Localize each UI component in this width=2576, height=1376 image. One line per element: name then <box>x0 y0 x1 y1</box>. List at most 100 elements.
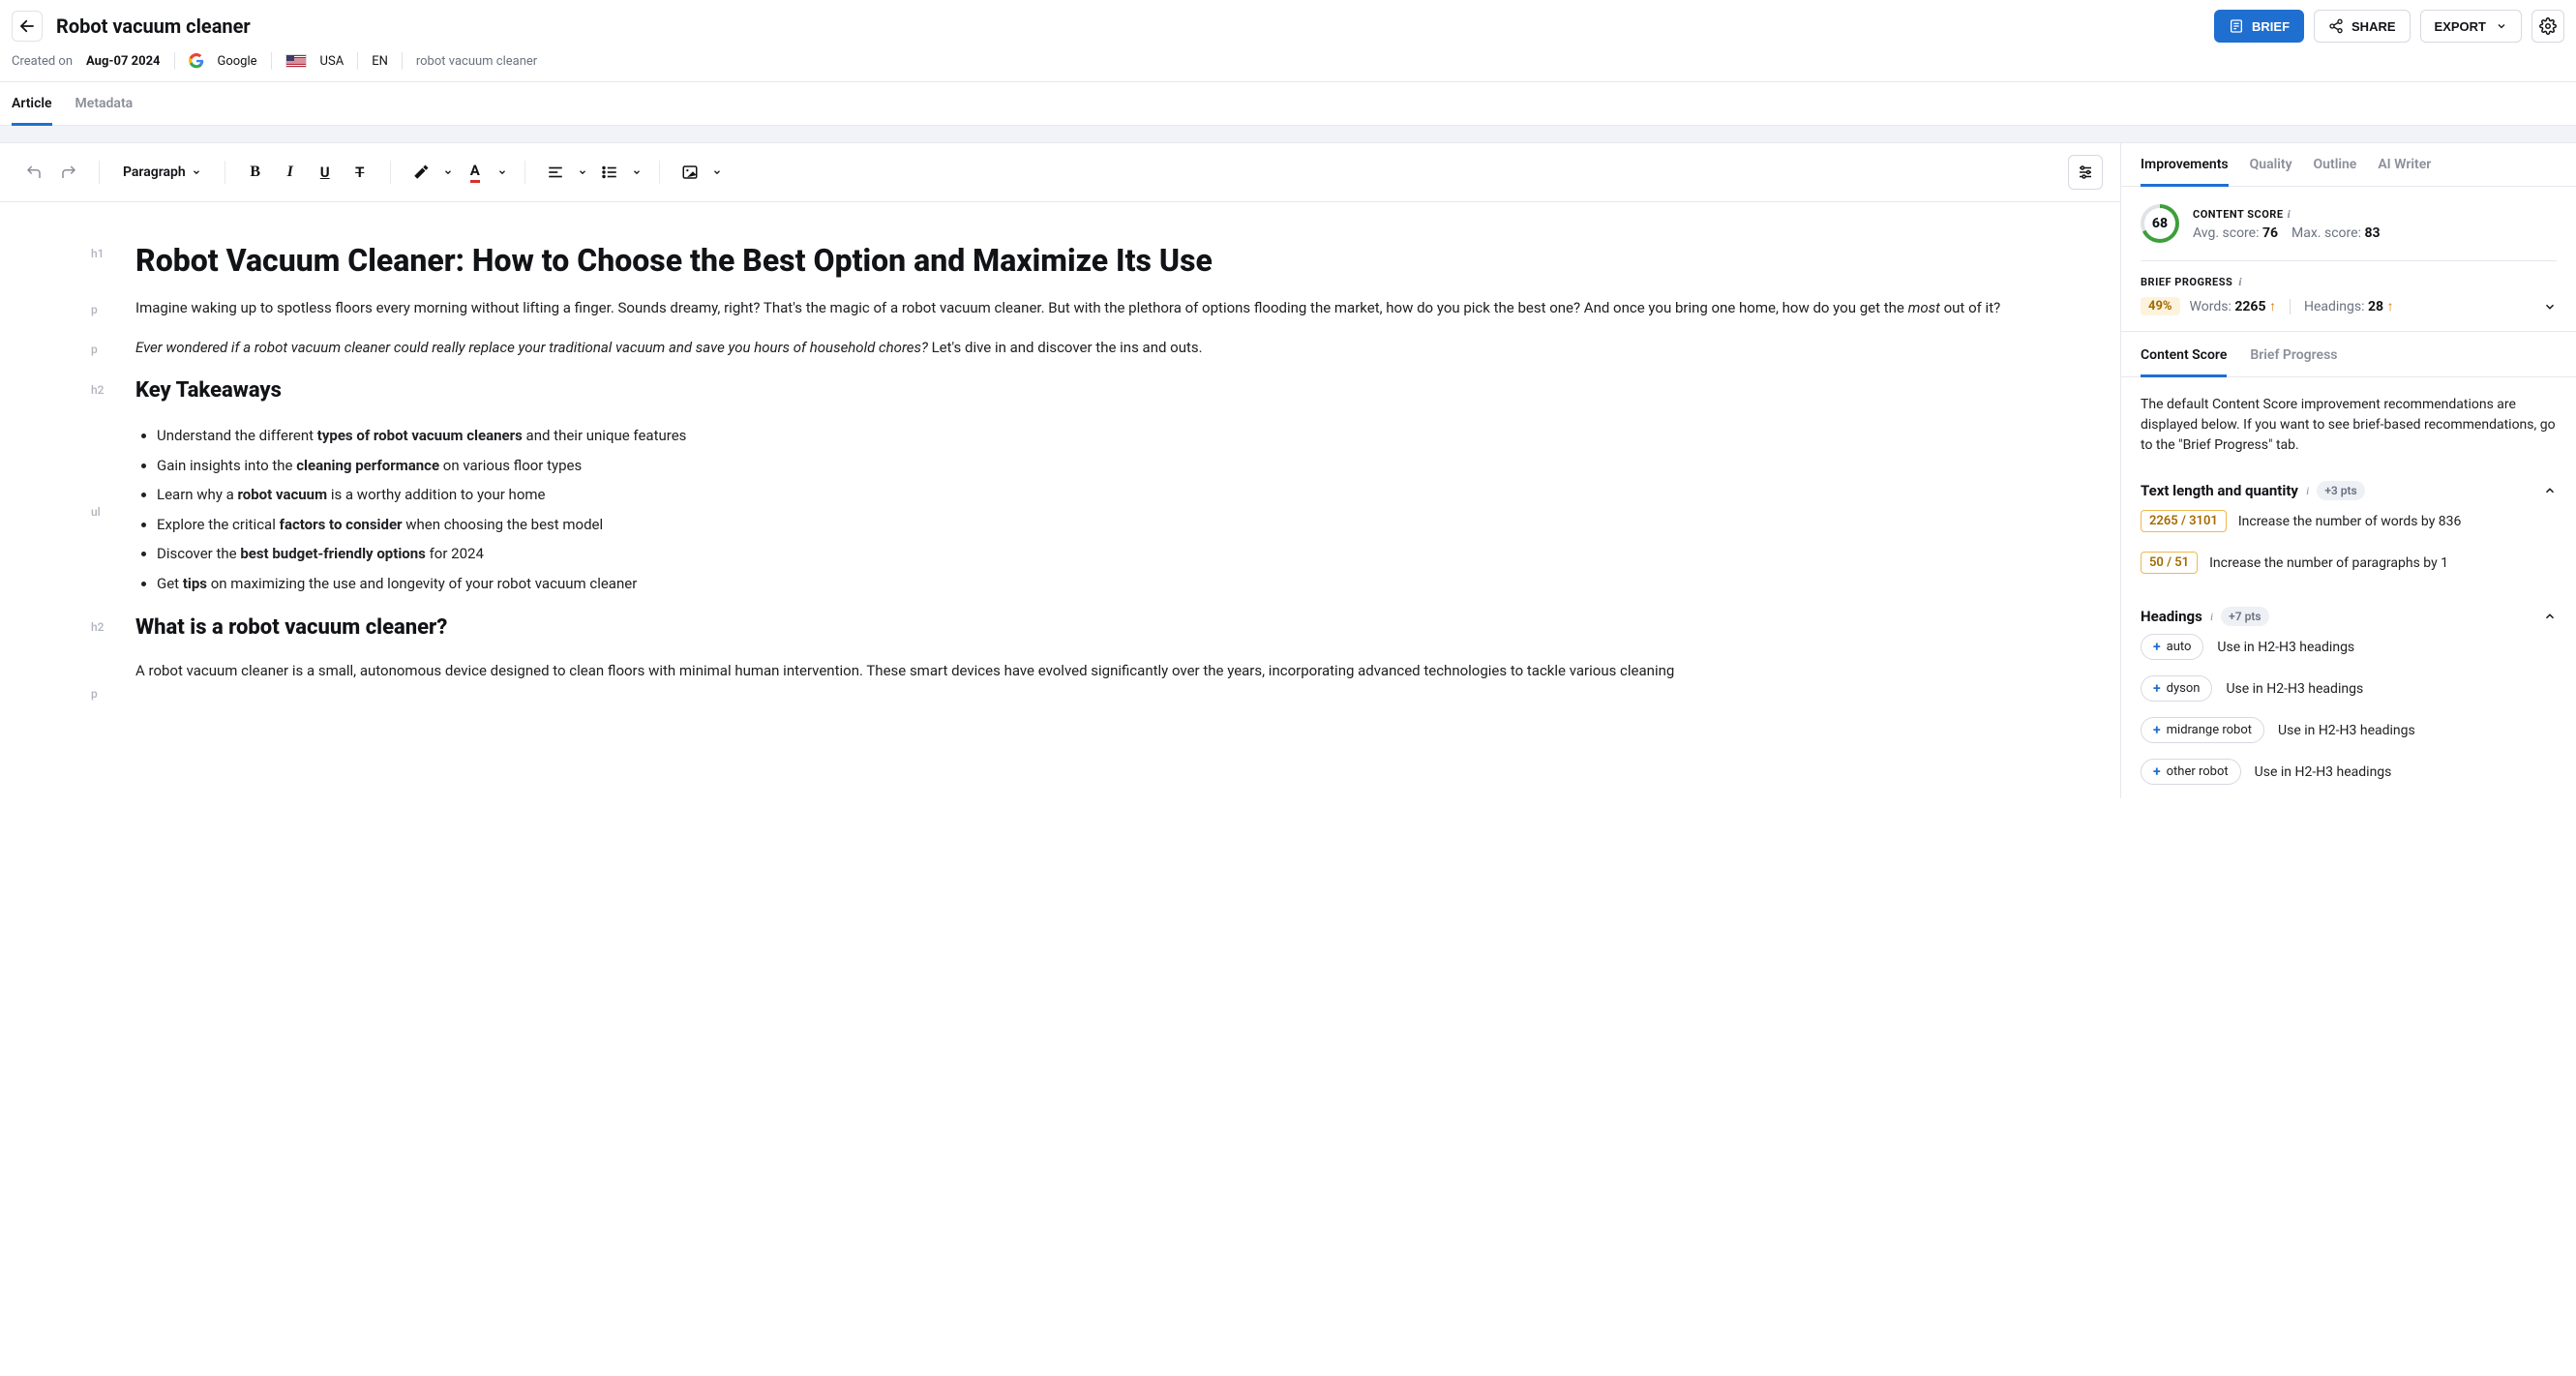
max-label: Max. score: <box>2291 225 2361 241</box>
list-item[interactable]: Discover the best budget-friendly option… <box>157 540 2062 568</box>
pts-badge: +7 pts <box>2221 607 2268 626</box>
section-title: Headings <box>2141 608 2202 625</box>
keyword-hint: Use in H2-H3 headings <box>2278 723 2415 738</box>
info-icon[interactable]: i <box>2238 275 2242 289</box>
recommendation-row: 2265 / 3101 Increase the number of words… <box>2141 500 2557 542</box>
list-dropdown[interactable] <box>628 157 645 188</box>
section-header-text[interactable]: Text length and quantity i +3 pts <box>2141 481 2557 500</box>
article-h2-1[interactable]: Key Takeaways <box>135 377 2062 405</box>
tab-improvements[interactable]: Improvements <box>2141 157 2229 186</box>
collapse-icon[interactable] <box>2543 610 2557 623</box>
undo-icon <box>25 164 43 181</box>
article-ul[interactable]: Understand the different types of robot … <box>135 422 2062 597</box>
text-color-button[interactable]: A <box>459 157 492 188</box>
adjustments-button[interactable] <box>2068 155 2103 190</box>
keyword-row: +dyson Use in H2-H3 headings <box>2141 668 2557 709</box>
align-button[interactable] <box>539 157 572 188</box>
text-color-icon: A <box>470 162 480 183</box>
back-button[interactable] <box>12 11 43 42</box>
list-item[interactable]: Understand the different types of robot … <box>157 422 2062 450</box>
tab-metadata[interactable]: Metadata <box>75 82 134 125</box>
export-button[interactable]: EXPORT <box>2420 10 2522 43</box>
info-icon[interactable]: i <box>2306 484 2309 498</box>
strikethrough-button[interactable]: T <box>344 157 376 188</box>
country: USA <box>320 54 344 69</box>
keyword-hint: Use in H2-H3 headings <box>2226 681 2363 697</box>
tab-article[interactable]: Article <box>12 82 52 125</box>
plus-icon: + <box>2153 641 2161 654</box>
expand-brief[interactable] <box>2543 300 2557 314</box>
subtab-brief-progress[interactable]: Brief Progress <box>2250 347 2337 376</box>
score-ring: 68 <box>2141 204 2179 243</box>
underline-button[interactable]: U <box>309 157 342 188</box>
editor-body[interactable]: h1 Robot Vacuum Cleaner: How to Choose t… <box>0 202 2120 738</box>
italic-icon: I <box>287 164 293 181</box>
align-dropdown[interactable] <box>574 157 591 188</box>
undo-button[interactable] <box>17 157 50 188</box>
created-label: Created on <box>12 54 73 69</box>
bold-button[interactable]: B <box>239 157 272 188</box>
keyword-chip[interactable]: +auto <box>2141 634 2203 660</box>
max-value: 83 <box>2364 225 2380 241</box>
list-item[interactable]: Get tips on maximizing the use and longe… <box>157 570 2062 598</box>
info-icon[interactable]: i <box>2288 207 2291 222</box>
chevron-down-icon <box>443 167 453 177</box>
redo-icon <box>60 164 77 181</box>
highlight-icon <box>412 164 430 181</box>
keyword-chip[interactable]: +other robot <box>2141 759 2241 785</box>
top-header: Robot vacuum cleaner BRIEF SHARE EXPORT <box>0 0 2576 48</box>
list-item[interactable]: Gain insights into the cleaning performa… <box>157 452 2062 480</box>
highlight-button[interactable] <box>404 157 437 188</box>
article-p3[interactable]: A robot vacuum cleaner is a small, auton… <box>135 660 2062 682</box>
flag-usa-icon <box>285 54 307 68</box>
meta-row: Created on Aug-07 2024 Google USA EN rob… <box>0 48 2576 81</box>
subtab-content-score[interactable]: Content Score <box>2141 347 2227 376</box>
tab-outline[interactable]: Outline <box>2314 157 2357 186</box>
tab-ai-writer[interactable]: AI Writer <box>2378 157 2431 186</box>
brief-button[interactable]: BRIEF <box>2214 10 2304 43</box>
image-dropdown[interactable] <box>708 157 726 188</box>
headings-value: 28 <box>2368 299 2383 314</box>
info-icon[interactable]: i <box>2210 610 2213 624</box>
underline-icon: U <box>320 164 330 181</box>
italic-button[interactable]: I <box>274 157 307 188</box>
keyword-chip[interactable]: +midrange robot <box>2141 717 2264 743</box>
article-h2-2[interactable]: What is a robot vacuum cleaner? <box>135 614 2062 643</box>
section-header-headings[interactable]: Headings i +7 pts <box>2141 607 2557 626</box>
plus-icon: + <box>2153 682 2161 696</box>
content-score-card: 68 CONTENT SCOREi Avg. score: 76 Max. sc… <box>2121 187 2576 260</box>
article-h1[interactable]: Robot Vacuum Cleaner: How to Choose the … <box>135 241 2062 280</box>
export-button-label: EXPORT <box>2435 19 2486 34</box>
sub-tabs: Content Score Brief Progress <box>2121 332 2576 377</box>
highlight-dropdown[interactable] <box>439 157 457 188</box>
list-item[interactable]: Learn why a robot vacuum is a worthy add… <box>157 481 2062 509</box>
arrow-up-icon: ↑ <box>2269 299 2276 314</box>
block-tag-h2: h2 <box>91 383 105 397</box>
redo-button[interactable] <box>52 157 85 188</box>
settings-button[interactable] <box>2531 10 2564 43</box>
list-button[interactable] <box>593 157 626 188</box>
score-value: 68 <box>2152 216 2168 231</box>
plus-icon: + <box>2153 724 2161 737</box>
block-type-dropdown[interactable]: Paragraph <box>113 157 211 188</box>
top-buttons: BRIEF SHARE EXPORT <box>2214 10 2564 43</box>
brief-icon <box>2229 18 2244 34</box>
keyword-chip[interactable]: +dyson <box>2141 675 2212 702</box>
search-engine: Google <box>218 54 257 69</box>
article-p2[interactable]: Ever wondered if a robot vacuum cleaner … <box>135 337 2062 359</box>
score-title: CONTENT SCOREi <box>2193 207 2381 222</box>
article-p1[interactable]: Imagine waking up to spotless floors eve… <box>135 297 2062 319</box>
chevron-down-icon <box>192 167 201 177</box>
section-headings: Headings i +7 pts +auto Use in H2-H3 hea… <box>2121 599 2576 798</box>
share-button[interactable]: SHARE <box>2314 10 2411 43</box>
list-item[interactable]: Explore the critical factors to consider… <box>157 511 2062 539</box>
collapse-icon[interactable] <box>2543 484 2557 497</box>
language: EN <box>372 54 388 69</box>
image-button[interactable] <box>674 157 706 188</box>
keyword-row: +auto Use in H2-H3 headings <box>2141 626 2557 668</box>
rec-text: Increase the number of paragraphs by 1 <box>2209 555 2448 571</box>
strikethrough-icon: T <box>355 164 364 181</box>
editor-toolbar: Paragraph B I U T A <box>0 143 2120 202</box>
tab-quality[interactable]: Quality <box>2250 157 2292 186</box>
text-color-dropdown[interactable] <box>494 157 511 188</box>
